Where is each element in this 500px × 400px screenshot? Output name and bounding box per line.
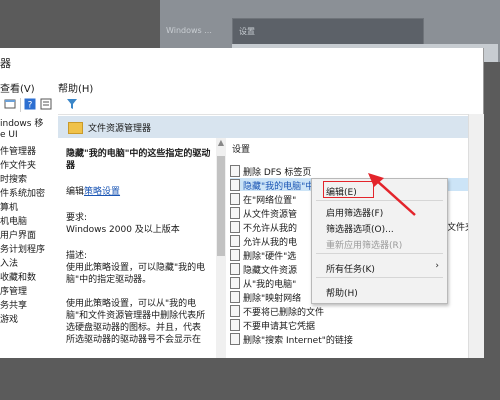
pane-gap (50, 114, 58, 358)
folder-header-title: 文件资源管理器 (88, 124, 152, 134)
description-text: 使用此策略设置，可以隐藏"我的电 (66, 263, 206, 273)
policy-settings-link[interactable]: 策略设置 (84, 187, 120, 197)
context-all-tasks[interactable]: 所有任务(K) › (312, 259, 447, 275)
scrollbar-thumb[interactable] (217, 156, 225, 256)
tree-item[interactable]: 件管理器 (0, 144, 36, 157)
tree-item[interactable]: 机电脑 (0, 214, 27, 227)
policy-icon (230, 319, 240, 331)
policy-title: 隐藏"我的电脑"中的这些指定的驱动 (66, 149, 211, 159)
requirements-label: 要求: (66, 213, 88, 223)
tree-item[interactable]: 作文件夹 (0, 158, 36, 171)
settings-column-header[interactable]: 设置 (232, 142, 250, 155)
policy-icon (230, 333, 240, 345)
policy-icon (230, 235, 240, 247)
tree-item[interactable]: 务计划程序 (0, 242, 45, 255)
policy-icon (230, 277, 240, 289)
properties-icon[interactable] (40, 98, 52, 110)
background-header-text: 设置 (239, 27, 255, 36)
tree-item[interactable]: 时搜索 (0, 172, 27, 185)
context-help[interactable]: 帮助(H) (312, 283, 447, 299)
folder-icon (68, 122, 83, 134)
policy-icon (230, 221, 240, 233)
policy-icon (230, 207, 240, 219)
menu-help[interactable]: 帮助(H) (58, 80, 93, 95)
description-text: 脑"中的指定驱动器。 (66, 275, 152, 285)
policy-icon (230, 263, 240, 275)
policy-icon (230, 179, 240, 191)
tree-item[interactable]: e UI (0, 130, 18, 142)
window-title: 器 (0, 57, 11, 70)
scroll-up-icon[interactable]: ▲ (217, 139, 225, 147)
list-item[interactable]: 删除 DFS 标签页 (230, 164, 468, 178)
policy-icon (230, 291, 240, 303)
description-pane: 隐藏"我的电脑"中的这些指定的驱动 器 编辑策略设置 要求: Windows 2… (58, 140, 216, 358)
toolbar-window-icon[interactable] (4, 98, 16, 110)
red-pointer-arrow-icon (368, 173, 416, 216)
right-scrollbar[interactable] (468, 114, 484, 358)
background-tree-item: Windows ... (166, 26, 212, 35)
tree-item[interactable]: 务共享 (0, 298, 27, 311)
policy-icon (230, 305, 240, 317)
title-bar: 器 (0, 48, 483, 76)
tree-item[interactable]: 件系统加密 (0, 186, 45, 199)
edit-prefix: 编辑 (66, 187, 85, 197)
context-filter-options[interactable]: 筛选器选项(O)... (312, 219, 447, 235)
background-header: 设置 (232, 18, 424, 46)
policy-icon (230, 193, 240, 205)
tree-item[interactable]: indows 移 (0, 116, 43, 129)
policy-title-cont: 器 (66, 161, 76, 171)
tree-item[interactable]: 收藏和数 (0, 270, 36, 283)
context-separator (316, 253, 443, 254)
description-text: 使用此策略设置，可以从"我的电 (66, 299, 197, 309)
submenu-arrow-icon: › (435, 261, 439, 271)
help-icon[interactable]: ? (24, 98, 36, 110)
navigation-tree: indows 移 e UI 件管理器 作文件夹 时搜索 件系统加密 算机 机电脑… (0, 114, 51, 358)
description-text: 选硬盘驱动器的图标。并且，代表 (66, 323, 202, 333)
context-reapply-filter: 重新应用筛选器(R) (326, 241, 403, 251)
edit-policy-line: 编辑策略设置 (66, 186, 120, 198)
description-text: 脑"和文件资源管理器中删除代表所 (66, 311, 206, 321)
tree-item[interactable]: 算机 (0, 200, 18, 213)
list-item[interactable]: 不要将已删除的文件 (230, 304, 468, 318)
description-scrollbar[interactable]: ▲ (216, 138, 226, 358)
menu-bar: 查看(V) 帮助(H) (0, 78, 483, 95)
backdrop-bottom (0, 358, 500, 400)
description-label: 描述: (66, 251, 88, 261)
policy-icon (230, 249, 240, 261)
description-text: 所选驱动器的驱动器号不会显示在 (66, 335, 202, 345)
toolbar-separator (20, 98, 21, 112)
filter-icon[interactable] (66, 98, 78, 110)
tree-item[interactable]: 游戏 (0, 312, 18, 325)
list-item[interactable]: 不要申请其它凭据 (230, 318, 468, 332)
requirements-value: Windows 2000 及以上版本 (66, 225, 180, 235)
tree-item[interactable]: 入法 (0, 256, 18, 269)
context-separator (316, 277, 443, 278)
policy-icon (230, 165, 240, 177)
list-item[interactable]: 删除"搜索 Internet"的链接 (230, 332, 468, 346)
tree-item[interactable]: 用户界面 (0, 228, 36, 241)
menu-view[interactable]: 查看(V) (0, 80, 35, 95)
folder-header: 文件资源管理器 (58, 116, 468, 138)
toolbar: ? (0, 96, 483, 115)
tree-item[interactable]: 序管理 (0, 284, 27, 297)
svg-text:?: ? (28, 101, 33, 111)
